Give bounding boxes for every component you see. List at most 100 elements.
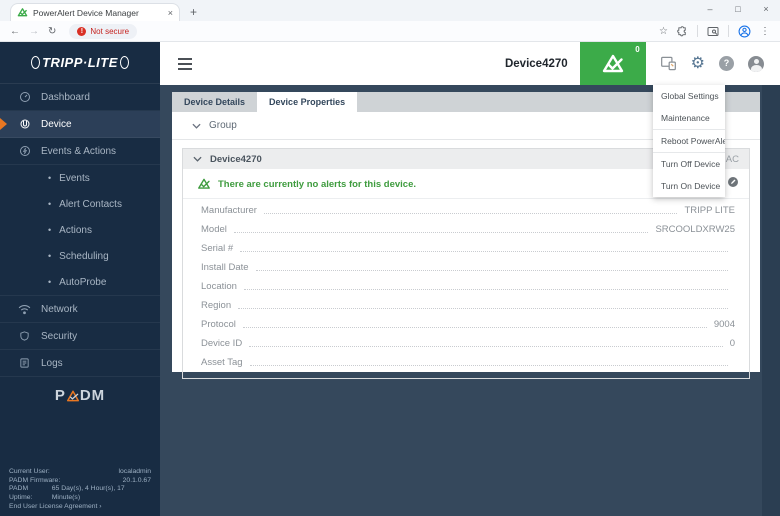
property-label: Serial # [201,243,233,254]
alert-count-badge: 0 [635,45,639,54]
property-row: Install Date [201,258,735,277]
settings-menu-item[interactable]: Reboot PowerAlert [653,129,725,152]
alerts-button[interactable]: 0 [580,42,646,85]
dotted-leader [234,232,649,233]
edit-pencil-icon[interactable] [727,175,739,193]
shield-icon [18,330,31,342]
sidebar-item-alert-contacts[interactable]: Alert Contacts [0,191,160,217]
settings-menu-item[interactable]: Turn On Device [653,175,725,197]
property-row: Model SRCOOLDXRW25 [201,220,735,239]
browser-tab-title: PowerAlert Device Manager [33,8,163,18]
forward-icon[interactable]: → [29,26,39,37]
poweralert-favicon [17,7,28,18]
property-label: Asset Tag [201,357,243,368]
extensions-icon[interactable] [677,26,688,37]
browser-menu-icon[interactable]: ⋮ [760,26,770,37]
sidebar-item-autoprobe[interactable]: AutoProbe [0,269,160,295]
property-value: 0 [730,338,735,349]
sidebar-item-scheduling[interactable]: Scheduling [0,243,160,269]
chevron-down-icon [192,123,201,129]
sidebar-item-events[interactable]: Events [0,165,160,191]
power-source-label: AC [726,154,739,165]
property-label: Protocol [201,319,236,330]
property-value: 9004 [714,319,735,330]
property-label: Device ID [201,338,242,349]
no-alerts-message: There are currently no alerts for this d… [218,179,416,190]
sidebar-item-network[interactable]: Network [0,296,160,323]
bookmark-star-icon[interactable]: ☆ [659,26,668,37]
tab-device-details[interactable]: Device Details [172,92,257,112]
settings-gear-icon[interactable]: ⚙ [691,56,705,72]
sidebar-item-logs[interactable]: Logs [0,350,160,377]
sidebar-item-dashboard[interactable]: Dashboard [0,84,160,111]
device-plug-icon [18,118,31,130]
property-row: Location [201,277,735,296]
window-maximize-button[interactable]: □ [724,0,752,20]
sidebar-item-security[interactable]: Security [0,323,160,350]
dotted-leader [264,213,678,214]
property-row: Serial # [201,239,735,258]
browser-toolbar: ← → ↻ ! Not secure ☆ [0,21,780,42]
sidebar-item-actions[interactable]: Actions [0,217,160,243]
gauge-icon [18,91,31,103]
property-row: Asset Tag [201,353,735,372]
property-label: Location [201,281,237,292]
not-secure-icon: ! [77,27,86,36]
window-minimize-button[interactable]: – [696,0,724,20]
browser-tab[interactable]: PowerAlert Device Manager × [10,3,180,21]
poweralert-ok-icon [197,177,211,191]
poweralert-logo-icon [601,52,625,76]
browser-chrome: PowerAlert Device Manager × + – □ × ← → … [0,0,780,42]
logo-oval-left [31,56,40,69]
property-label: Manufacturer [201,205,257,216]
back-icon[interactable]: ← [10,26,20,37]
dotted-leader [244,289,728,290]
sidebar-item-events-actions[interactable]: Events & Actions [0,138,160,165]
user-avatar[interactable] [748,56,764,72]
settings-menu-item[interactable]: Maintenance [653,107,725,129]
settings-menu-item[interactable]: Global Settings [653,85,725,107]
address-bar[interactable]: ! Not secure [69,24,137,39]
sidebar-item-device[interactable]: Device [0,111,160,138]
tab-close-icon[interactable]: × [168,8,173,18]
window-controls: – □ × [696,0,780,20]
window-close-button[interactable]: × [752,0,780,20]
sidebar-footer: Current User: localadmin PADM Firmware: … [9,468,151,510]
wifi-icon [18,304,31,315]
sidebar-subgroup: Events Alert Contacts Actions Scheduling… [0,165,160,296]
settings-dropdown-menu: Global Settings Maintenance Reboot Power… [653,85,725,197]
hamburger-menu-icon[interactable] [178,58,192,70]
app-header: Device4270 0 ⚙ ? [160,42,780,85]
dotted-leader [256,270,728,271]
padm-logo: P DM [0,387,160,404]
sidebar-nav: Dashboard Device Events & Actions Events… [0,84,160,377]
side-panel-icon[interactable] [707,26,719,37]
dotted-leader [243,327,707,328]
tripp-lite-logo: TRIPP·LITE [0,42,160,84]
browser-tabstrip: PowerAlert Device Manager × + – □ × [0,0,780,21]
property-value: SRCOOLDXRW25 [655,224,735,235]
help-icon[interactable]: ? [719,56,734,71]
devices-icon[interactable] [660,56,677,71]
header-device-title: Device4270 [505,58,568,70]
property-list: Manufacturer TRIPP LITE Model SRCOOLDXRW… [183,199,749,378]
property-row: Device ID 0 [201,334,735,353]
property-value: TRIPP LITE [684,205,735,216]
toolbar-divider [697,25,698,37]
footer-current-user: Current User: localadmin [9,468,151,476]
property-label: Model [201,224,227,235]
footer-uptime: PADM Uptime: 65 Day(s), 4 Hour(s), 17 Mi… [9,485,151,502]
eula-link[interactable]: End User License Agreement › [9,503,151,510]
not-secure-label[interactable]: Not secure [90,27,129,36]
property-label: Install Date [201,262,249,273]
toolbar-divider [728,25,729,37]
tab-device-properties[interactable]: Device Properties [257,92,357,112]
settings-menu-item[interactable]: Turn Off Device [653,152,725,175]
property-row: Region [201,296,735,315]
property-row: Protocol 9004 [201,315,735,334]
reload-icon[interactable]: ↻ [48,26,56,37]
dotted-leader [238,308,728,309]
sidebar: TRIPP·LITE Dashboard Device Events & A [0,42,160,516]
profile-avatar-icon[interactable] [738,25,751,38]
new-tab-button[interactable]: + [190,5,197,21]
